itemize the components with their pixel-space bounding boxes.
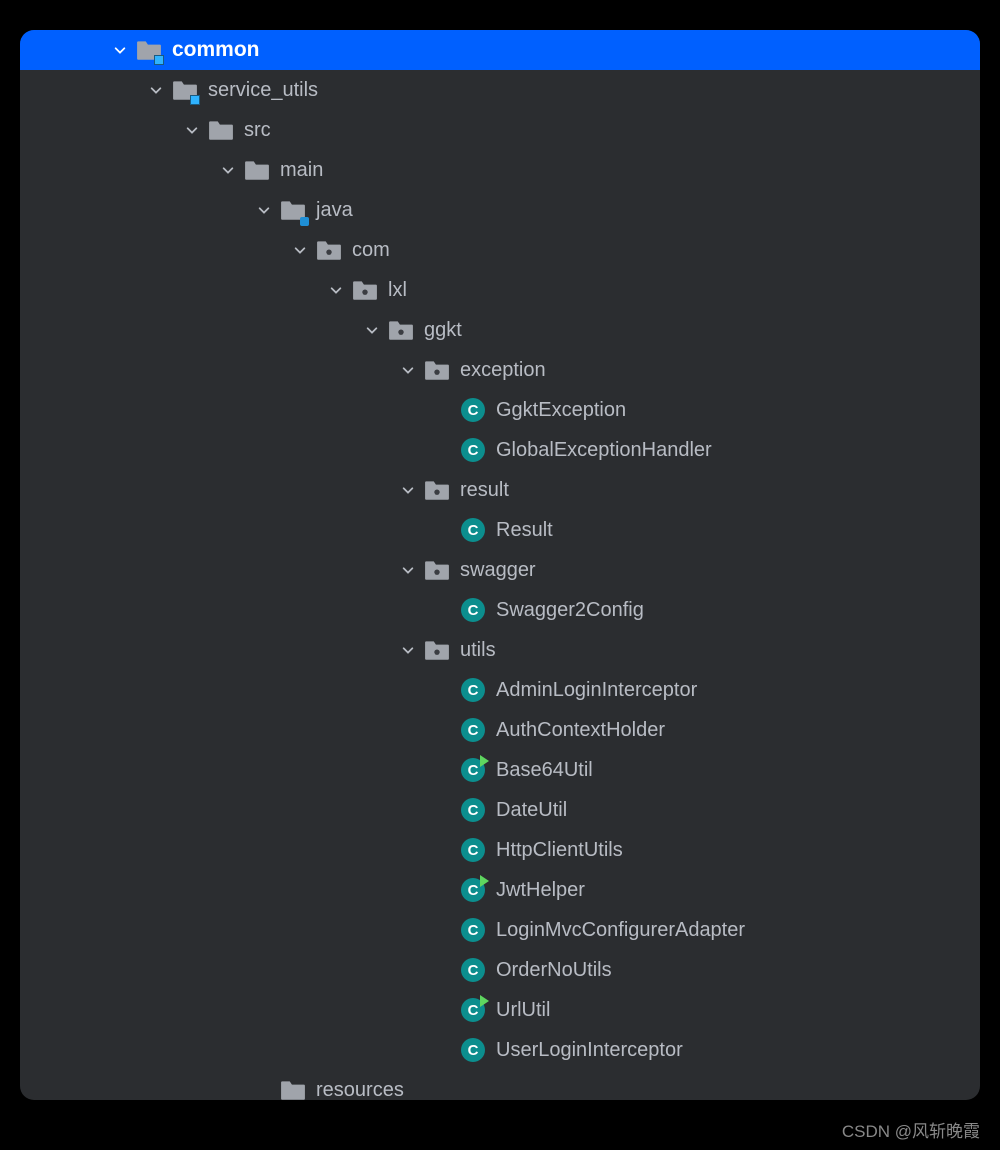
tree-node-label: lxl xyxy=(388,279,407,302)
tree-node-main[interactable]: main xyxy=(20,150,980,190)
tree-node-urlutil[interactable]: C UrlUtil xyxy=(20,990,980,1030)
class-icon: C xyxy=(460,677,486,703)
runnable-class-icon: C xyxy=(460,757,486,783)
tree-node-globalexceptionhandler[interactable]: C GlobalExceptionHandler xyxy=(20,430,980,470)
chevron-down-icon[interactable] xyxy=(362,320,382,340)
tree-node-service-utils[interactable]: service_utils xyxy=(20,70,980,110)
chevron-down-icon[interactable] xyxy=(218,160,238,180)
class-icon: C xyxy=(460,717,486,743)
tree-node-ggktexception[interactable]: C GgktException xyxy=(20,390,980,430)
class-icon: C xyxy=(460,597,486,623)
tree-node-label: common xyxy=(172,38,260,62)
chevron-down-icon[interactable] xyxy=(398,360,418,380)
tree-node-result[interactable]: result xyxy=(20,470,980,510)
tree-node-label: GlobalExceptionHandler xyxy=(496,439,712,462)
tree-node-swagger2config[interactable]: C Swagger2Config xyxy=(20,590,980,630)
tree-node-java[interactable]: java xyxy=(20,190,980,230)
chevron-down-icon[interactable] xyxy=(254,200,274,220)
module-folder-icon xyxy=(136,37,162,63)
project-tree[interactable]: common service_utilssrcmain java com lxlggkt… xyxy=(20,30,980,1100)
tree-node-com[interactable]: com xyxy=(20,230,980,270)
source-folder-icon xyxy=(280,197,306,223)
tree-node-label: com xyxy=(352,239,390,262)
tree-node-label: utils xyxy=(460,639,496,662)
class-icon: C xyxy=(460,1037,486,1063)
package-icon xyxy=(316,237,342,263)
tree-node-label: result xyxy=(460,479,509,502)
tree-node-label: main xyxy=(280,159,323,182)
tree-node-dateutil[interactable]: C DateUtil xyxy=(20,790,980,830)
package-icon xyxy=(424,637,450,663)
class-icon: C xyxy=(460,917,486,943)
runnable-class-icon: C xyxy=(460,877,486,903)
tree-node-jwthelper[interactable]: C JwtHelper xyxy=(20,870,980,910)
tree-node-label: UrlUtil xyxy=(496,999,550,1022)
tree-node-exception[interactable]: exception xyxy=(20,350,980,390)
module-folder-icon xyxy=(172,77,198,103)
tree-node-common[interactable]: common xyxy=(20,30,980,70)
tree-node-label: JwtHelper xyxy=(496,879,585,902)
tree-node-label: service_utils xyxy=(208,79,318,102)
tree-node-ggkt[interactable]: ggkt xyxy=(20,310,980,350)
tree-node-base64util[interactable]: C Base64Util xyxy=(20,750,980,790)
tree-node-label: LoginMvcConfigurerAdapter xyxy=(496,919,745,942)
package-icon xyxy=(424,357,450,383)
runnable-class-icon: C xyxy=(460,997,486,1023)
chevron-down-icon[interactable] xyxy=(326,280,346,300)
tree-node-label: Swagger2Config xyxy=(496,599,644,622)
package-icon xyxy=(424,557,450,583)
chevron-down-icon[interactable] xyxy=(146,80,166,100)
class-icon: C xyxy=(460,397,486,423)
package-icon xyxy=(424,477,450,503)
class-icon: C xyxy=(460,517,486,543)
folder-icon xyxy=(208,117,234,143)
tree-node-label: java xyxy=(316,199,353,222)
tree-node-authcontextholder[interactable]: C AuthContextHolder xyxy=(20,710,980,750)
tree-node-label: ggkt xyxy=(424,319,462,342)
tree-node-label: Result xyxy=(496,519,553,542)
tree-node-adminlogininterceptor[interactable]: C AdminLoginInterceptor xyxy=(20,670,980,710)
tree-node-label: AuthContextHolder xyxy=(496,719,665,742)
tree-node-utils[interactable]: utils xyxy=(20,630,980,670)
tree-node-resources[interactable]: resources xyxy=(20,1070,980,1100)
tree-node-swagger[interactable]: swagger xyxy=(20,550,980,590)
class-icon: C xyxy=(460,957,486,983)
chevron-down-icon[interactable] xyxy=(290,240,310,260)
class-icon: C xyxy=(460,437,486,463)
tree-node-label: HttpClientUtils xyxy=(496,839,623,862)
tree-node-label: DateUtil xyxy=(496,799,567,822)
chevron-down-icon[interactable] xyxy=(182,120,202,140)
project-tree-panel: common service_utilssrcmain java com lxlggkt… xyxy=(20,30,980,1100)
tree-node-label: swagger xyxy=(460,559,536,582)
chevron-down-icon[interactable] xyxy=(110,40,130,60)
tree-node-httpclientutils[interactable]: C HttpClientUtils xyxy=(20,830,980,870)
chevron-down-icon[interactable] xyxy=(398,560,418,580)
class-icon: C xyxy=(460,837,486,863)
tree-node-label: UserLoginInterceptor xyxy=(496,1039,683,1062)
watermark-text: CSDN @风斩晚霞 xyxy=(842,1117,980,1142)
tree-node-result[interactable]: C Result xyxy=(20,510,980,550)
package-icon xyxy=(352,277,378,303)
folder-icon xyxy=(244,157,270,183)
tree-node-userlogininterceptor[interactable]: C UserLoginInterceptor xyxy=(20,1030,980,1070)
tree-node-label: Base64Util xyxy=(496,759,593,782)
tree-node-label: AdminLoginInterceptor xyxy=(496,679,697,702)
tree-node-label: OrderNoUtils xyxy=(496,959,612,982)
tree-node-label: GgktException xyxy=(496,399,626,422)
tree-node-src[interactable]: src xyxy=(20,110,980,150)
tree-node-label: resources xyxy=(316,1079,404,1101)
tree-node-label: exception xyxy=(460,359,546,382)
chevron-down-icon[interactable] xyxy=(398,640,418,660)
package-icon xyxy=(388,317,414,343)
tree-node-label: src xyxy=(244,119,271,142)
class-icon: C xyxy=(460,797,486,823)
tree-node-loginmvcconfigureradapter[interactable]: C LoginMvcConfigurerAdapter xyxy=(20,910,980,950)
resource-folder-icon xyxy=(280,1077,306,1100)
tree-node-lxl[interactable]: lxl xyxy=(20,270,980,310)
tree-node-ordernoutils[interactable]: C OrderNoUtils xyxy=(20,950,980,990)
chevron-down-icon[interactable] xyxy=(398,480,418,500)
